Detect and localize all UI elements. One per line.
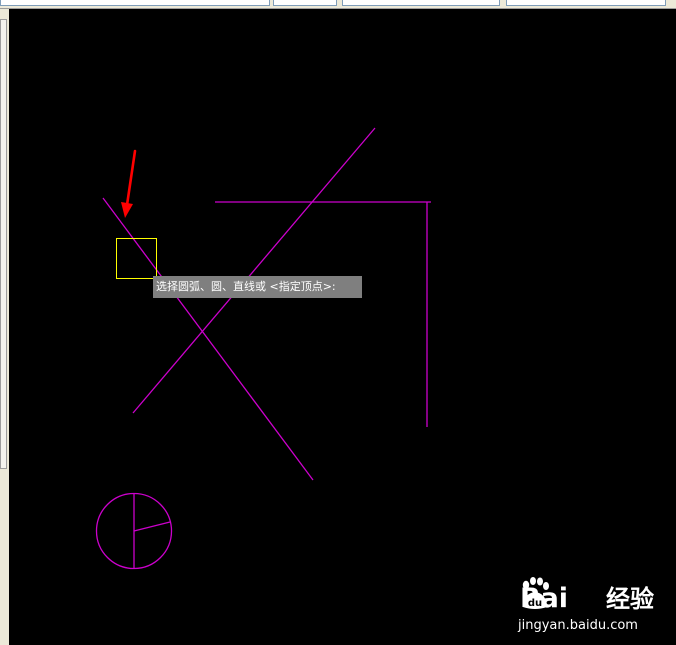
watermark-du-text: du (528, 598, 542, 609)
left-panel (0, 9, 9, 645)
watermark-url: jingyan.baidu.com (518, 618, 638, 633)
toolbar-combo-2[interactable] (273, 0, 337, 6)
toolbar-strip (0, 0, 676, 9)
red-arrow-icon (121, 149, 137, 218)
circle-radius[interactable] (133, 521, 171, 532)
baidu-jingyan-watermark: Bai du 经验 jingyan.baidu.com (518, 574, 668, 636)
paw-icon: du (522, 577, 549, 609)
watermark-jingyan-text: 经验 (606, 585, 654, 613)
drawing-svg[interactable] (9, 9, 676, 645)
cad-window: 选择圆弧、圆、直线或 <指定顶点>: Bai du 经验 jingyan.bai… (0, 0, 676, 645)
toolbar-combo-4[interactable] (506, 0, 666, 6)
toolbar-combo-3[interactable] (342, 0, 500, 6)
watermark-logo: Bai du 经验 (518, 576, 668, 616)
command-prompt-tooltip: 选择圆弧、圆、直线或 <指定顶点>: (153, 276, 362, 298)
left-scrollbar[interactable] (0, 19, 7, 469)
toolbar-combo-1[interactable] (0, 0, 270, 6)
drawing-canvas[interactable]: 选择圆弧、圆、直线或 <指定顶点>: Bai du 经验 jingyan.bai… (9, 9, 676, 645)
pickbox-cursor (116, 238, 157, 279)
diagonal-line-descending[interactable] (102, 197, 314, 481)
diagonal-line-ascending[interactable] (132, 127, 376, 414)
